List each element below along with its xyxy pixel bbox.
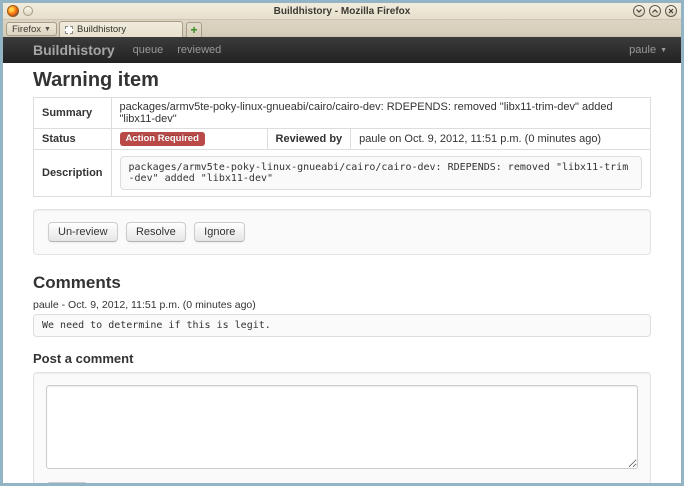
nav-link-reviewed[interactable]: reviewed: [177, 44, 221, 56]
close-icon: [668, 8, 674, 14]
summary-value: packages/armv5te-poky-linux-gnueabi/cair…: [111, 98, 650, 129]
window-shade-button[interactable]: [633, 5, 645, 17]
actions-panel: Un-review Resolve Ignore: [33, 209, 651, 255]
description-label: Description: [34, 150, 112, 197]
chevron-down-icon: ▼: [660, 47, 667, 54]
post-button[interactable]: Post: [46, 482, 88, 483]
warning-detail-table: Summary packages/armv5te-poky-linux-gnue…: [33, 97, 651, 197]
nav-link-queue[interactable]: queue: [133, 44, 164, 56]
firefox-menu-label: Firefox: [12, 24, 41, 35]
summary-label: Summary: [34, 98, 112, 129]
description-code: packages/armv5te-poky-linux-gnueabi/cair…: [120, 156, 642, 190]
status-badge: Action Required: [120, 132, 205, 146]
chevron-up-icon: [652, 9, 658, 13]
browser-window: Buildhistory - Mozilla Firefox Firefox ▼…: [0, 0, 684, 486]
comment-meta: paule - Oct. 9, 2012, 11:51 p.m. (0 minu…: [33, 299, 651, 311]
window-maximize-button[interactable]: [649, 5, 661, 17]
comment-item: paule - Oct. 9, 2012, 11:51 p.m. (0 minu…: [33, 299, 651, 337]
window-close-button[interactable]: [665, 5, 677, 17]
browser-tabstrip: Firefox ▼ Buildhistory +: [3, 20, 681, 37]
status-label: Status: [34, 129, 112, 150]
favicon-placeholder-icon: [65, 26, 73, 34]
browser-tab-buildhistory[interactable]: Buildhistory: [59, 21, 183, 37]
navbar-brand[interactable]: Buildhistory: [33, 42, 115, 58]
post-comment-panel: Post: [33, 372, 651, 483]
window-title: Buildhistory - Mozilla Firefox: [3, 3, 681, 20]
reviewed-by-label: Reviewed by: [267, 129, 351, 150]
window-controls: [633, 5, 677, 17]
description-row: Description packages/armv5te-poky-linux-…: [34, 150, 651, 197]
firefox-menu-button[interactable]: Firefox ▼: [6, 22, 57, 36]
user-menu-label: paule: [629, 44, 656, 56]
resolve-button[interactable]: Resolve: [126, 222, 186, 242]
page-viewport: Warning item Summary packages/armv5te-po…: [3, 63, 681, 483]
page-title: Warning item: [33, 69, 651, 92]
comment-input[interactable]: [46, 385, 638, 469]
reviewed-by-value: paule on Oct. 9, 2012, 11:51 p.m. (0 min…: [351, 129, 651, 150]
window-titlebar: Buildhistory - Mozilla Firefox: [3, 3, 681, 20]
tab-title: Buildhistory: [77, 24, 126, 35]
comments-heading: Comments: [33, 273, 651, 293]
status-cell: Action Required: [111, 129, 267, 150]
description-cell: packages/armv5te-poky-linux-gnueabi/cair…: [111, 150, 650, 197]
status-row: Status Action Required Reviewed by paule…: [34, 129, 651, 150]
page-container: Warning item Summary packages/armv5te-po…: [3, 69, 681, 483]
chevron-down-icon: ▼: [44, 26, 51, 33]
ignore-button[interactable]: Ignore: [194, 222, 245, 242]
un-review-button[interactable]: Un-review: [48, 222, 118, 242]
app-navbar: Buildhistory queue reviewed paule ▼: [3, 37, 681, 63]
summary-row: Summary packages/armv5te-poky-linux-gnue…: [34, 98, 651, 129]
post-comment-heading: Post a comment: [33, 351, 651, 366]
post-button-row: Post: [46, 482, 638, 483]
user-menu[interactable]: paule ▼: [629, 44, 667, 56]
new-tab-button[interactable]: +: [186, 22, 202, 37]
comment-body: We need to determine if this is legit.: [33, 314, 651, 337]
chevron-down-icon: [636, 9, 642, 13]
